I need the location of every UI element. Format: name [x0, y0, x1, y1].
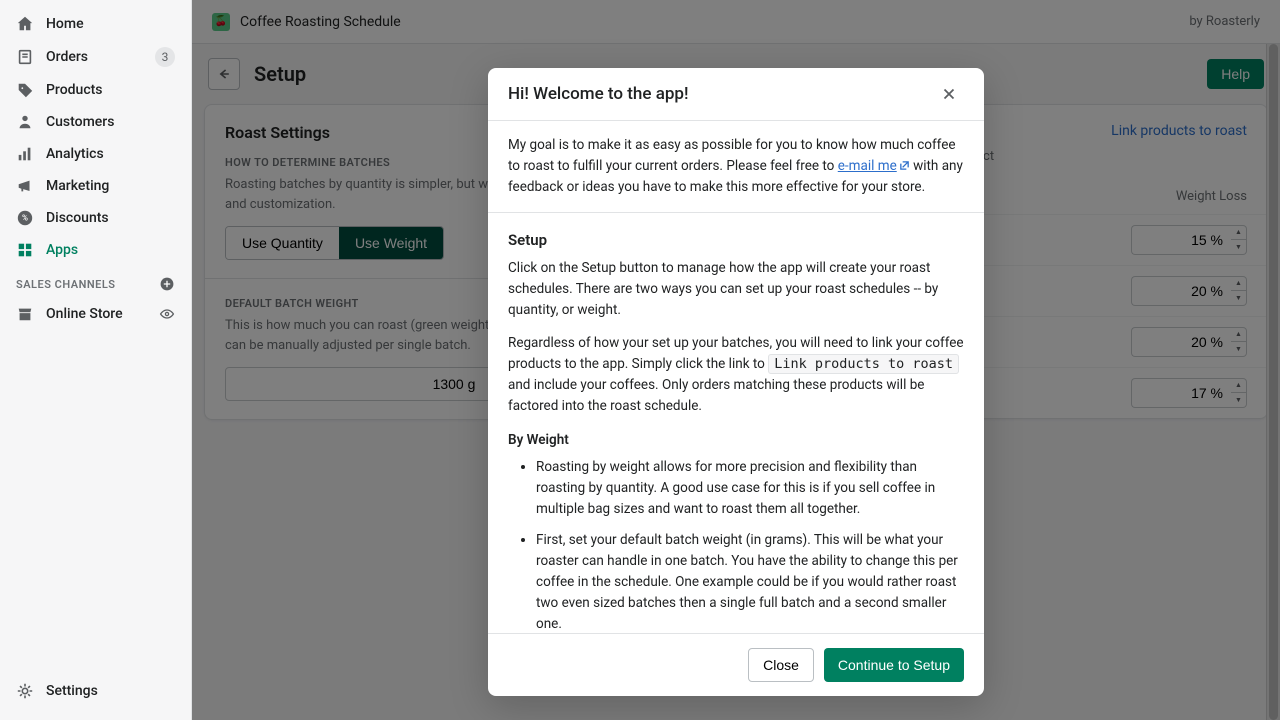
store-icon	[16, 305, 34, 323]
discount-icon: %	[16, 209, 34, 227]
close-button[interactable]: Close	[748, 648, 814, 682]
content-area: 🍒 Coffee Roasting Schedule by Roasterly …	[192, 0, 1280, 720]
sidebar-item-label: Online Store	[46, 306, 123, 322]
sidebar-item-label: Analytics	[46, 146, 104, 162]
setup-heading: Setup	[508, 229, 964, 252]
svg-text:%: %	[22, 213, 28, 223]
sidebar-item-products[interactable]: Products	[0, 74, 191, 106]
sidebar-item-online-store[interactable]: Online Store	[0, 298, 191, 330]
modal-title: Hi! Welcome to the app!	[508, 84, 688, 104]
apps-icon	[16, 241, 34, 259]
sales-channels-header: SALES CHANNELS	[0, 266, 191, 298]
sidebar-item-analytics[interactable]: Analytics	[0, 138, 191, 170]
megaphone-icon	[16, 177, 34, 195]
sidebar-item-label: Apps	[46, 242, 78, 258]
list-item: First, set your default batch weight (in…	[536, 530, 964, 633]
home-icon	[16, 15, 34, 33]
modal-header: Hi! Welcome to the app!	[488, 68, 984, 121]
external-link-icon	[899, 160, 910, 171]
settings-label: Settings	[46, 683, 98, 699]
setup-p1: Click on the Setup button to manage how …	[508, 258, 964, 321]
add-channel-icon[interactable]	[159, 276, 175, 292]
continue-button[interactable]: Continue to Setup	[824, 648, 964, 682]
welcome-modal: Hi! Welcome to the app! My goal is to ma…	[488, 68, 984, 696]
sidebar-item-label: Products	[46, 82, 103, 98]
sidebar-item-label: Marketing	[46, 178, 109, 194]
modal-close-button[interactable]	[940, 82, 964, 106]
sidebar-item-home[interactable]: Home	[0, 8, 191, 40]
tag-icon	[16, 81, 34, 99]
setup-p2: Regardless of how your set up your batch…	[508, 333, 964, 417]
modal-content: Setup Click on the Setup button to manag…	[488, 213, 984, 633]
eye-icon[interactable]	[159, 306, 175, 322]
sidebar-item-discounts[interactable]: % Discounts	[0, 202, 191, 234]
sidebar-item-label: Orders	[46, 49, 88, 65]
sidebar-item-customers[interactable]: Customers	[0, 106, 191, 138]
sidebar-item-label: Customers	[46, 114, 114, 130]
email-link[interactable]: e-mail me	[838, 158, 910, 174]
sidebar-item-settings[interactable]: Settings	[0, 675, 191, 720]
modal-footer: Close Continue to Setup	[488, 633, 984, 696]
by-weight-list: Roasting by weight allows for more preci…	[508, 457, 964, 633]
modal-intro: My goal is to make it as easy as possibl…	[488, 121, 984, 213]
orders-badge: 3	[155, 47, 175, 67]
sidebar-item-marketing[interactable]: Marketing	[0, 170, 191, 202]
by-weight-heading: By Weight	[508, 430, 964, 451]
analytics-icon	[16, 145, 34, 163]
modal-body[interactable]: My goal is to make it as easy as possibl…	[488, 121, 984, 633]
sidebar: Home Orders 3 Products Customers Analyti…	[0, 0, 192, 720]
sidebar-item-apps[interactable]: Apps	[0, 234, 191, 266]
person-icon	[16, 113, 34, 131]
sidebar-item-orders[interactable]: Orders 3	[0, 40, 191, 74]
sidebar-item-label: Discounts	[46, 210, 109, 226]
orders-icon	[16, 48, 34, 66]
sales-channels-label: SALES CHANNELS	[16, 278, 116, 291]
sidebar-item-label: Home	[46, 16, 84, 32]
list-item: Roasting by weight allows for more preci…	[536, 457, 964, 520]
link-products-code: Link products to roast	[768, 354, 959, 374]
gear-icon	[16, 682, 34, 700]
